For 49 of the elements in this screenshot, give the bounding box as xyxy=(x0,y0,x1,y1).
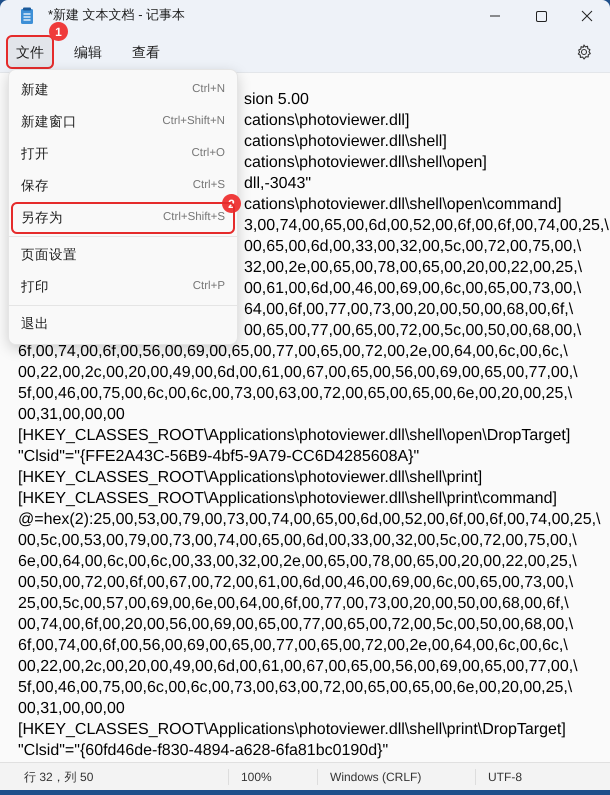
settings-icon[interactable] xyxy=(576,44,592,60)
cursor-position: 行 32，列 50 xyxy=(23,768,94,786)
encoding: UTF-8 xyxy=(487,768,522,786)
text-line: 00,61,00,6d,00,46,00,69,00,6c,00,65,00,73,00,\ xyxy=(244,279,582,299)
menu-tab[interactable]: 文件 xyxy=(8,37,52,67)
text-line: @=hex(2):25,00,53,00,79,00,73,00,74,00,65,00,6d,00,52,00,6f,00,6f,00,74,00,25,\ xyxy=(18,510,600,530)
text-line: [HKEY_CLASSES_ROOT\Applications\photoviewer.dll\shell\print\DropTarget] xyxy=(18,720,566,740)
text-line: [HKEY_CLASSES_ROOT\Applications\photoviewer.dll\shell\print] xyxy=(18,468,482,488)
text-line: 00,50,00,72,00,6f,00,67,00,72,00,61,00,6d,00,46,00,69,00,6c,00,65,00,73,00,\ xyxy=(18,573,574,593)
menu-item[interactable]: 退出 xyxy=(13,310,233,338)
menu-tab[interactable]: 编辑 xyxy=(66,37,110,67)
text-line: dll,-3043" xyxy=(244,174,312,194)
text-line: cations\photoviewer.dll\shell\open\command] xyxy=(244,195,562,215)
text-line: "Clsid"="{FFE2A43C-56B9-4bf5-9A79-CC6D4285608A}" xyxy=(18,447,420,467)
menu-item[interactable]: 页面设置 xyxy=(13,241,233,269)
zoom-level: 100% xyxy=(240,768,273,786)
text-line: 5f,00,46,00,75,00,6c,00,6c,00,73,00,63,00,72,00,65,00,65,00,6e,00,20,00,25,\ xyxy=(18,384,572,404)
text-line: [HKEY_CLASSES_ROOT\Applications\photoviewer.dll\shell\open\DropTarget] xyxy=(18,426,570,446)
text-line: cations\photoviewer.dll] xyxy=(244,111,410,131)
text-line: 00,74,00,6f,00,20,00,56,00,69,00,65,00,77,00,65,00,72,00,5c,00,50,00,68,00,\ xyxy=(18,615,574,635)
line-ending: Windows (CRLF) xyxy=(329,768,422,786)
text-line: 5f,00,46,00,75,00,6c,00,6c,00,73,00,63,00,72,00,65,00,65,00,6e,00,20,00,25,\ xyxy=(18,678,572,698)
window-title: *新建 文本文档 - 记事本 xyxy=(48,7,186,22)
step-badge: 1 xyxy=(49,22,68,41)
text-line: cations\photoviewer.dll\shell] xyxy=(244,132,447,152)
text-line: 00,31,00,00,00 xyxy=(18,699,125,719)
text-line: 00,5c,00,53,00,79,00,73,00,74,00,65,00,6d,00,33,00,32,00,5c,00,72,00,75,00,\ xyxy=(18,531,577,551)
text-line: [HKEY_CLASSES_ROOT\Applications\photoviewer.dll\shell\print\command] xyxy=(18,489,557,509)
text-line: cations\photoviewer.dll\shell\open] xyxy=(244,153,487,173)
menu-item[interactable]: 新建窗口 Ctrl+Shift+N xyxy=(13,108,233,136)
text-line: sion 5.00 xyxy=(244,90,309,110)
text-line: 32,00,2e,00,65,00,78,00,65,00,20,00,22,00,25,\ xyxy=(244,258,582,278)
text-line: 6e,00,64,00,6c,00,6c,00,33,00,32,00,2e,00,65,00,78,00,65,00,20,00,22,00,25,\ xyxy=(18,552,577,572)
text-line: 64,00,6f,00,77,00,73,00,20,00,50,00,68,00,6f,\ xyxy=(244,300,574,320)
text-line: 00,65,00,77,00,65,00,72,00,5c,00,50,00,68,00,\ xyxy=(244,321,582,341)
text-line: 00,22,00,2c,00,20,00,49,00,6d,00,61,00,67,00,65,00,56,00,69,00,65,00,77,00,\ xyxy=(18,657,578,677)
text-line: 3,00,74,00,65,00,6d,00,52,00,6f,00,6f,00,74,00,25,\ xyxy=(244,216,609,236)
text-line: 00,31,00,00,00 xyxy=(18,405,125,425)
text-line: "Clsid"="{60fd46de-f830-4894-a628-6fa81bc0190d}" xyxy=(18,741,388,761)
menu-tab[interactable]: 查看 xyxy=(124,37,168,67)
menu-item[interactable]: 打印 Ctrl+P xyxy=(13,273,233,301)
menu-item[interactable]: 打开 Ctrl+O xyxy=(13,140,233,168)
text-line: 6f,00,74,00,6f,00,56,00,69,00,65,00,77,00,65,00,72,00,2e,00,64,00,6c,00,6c,\ xyxy=(18,636,568,656)
text-line: 00,65,00,6d,00,33,00,32,00,5c,00,72,00,75,00,\ xyxy=(244,237,582,257)
text-line: 25,00,5c,00,57,00,69,00,6e,00,64,00,6f,00,77,00,73,00,20,00,50,00,68,00,6f,\ xyxy=(18,594,569,614)
text-line: 6f,00,74,00,6f,00,56,00,69,00,65,00,77,00,65,00,72,00,2e,00,64,00,6c,00,6c,\ xyxy=(18,342,568,362)
notepad-icon xyxy=(20,7,34,25)
text-line: 00,22,00,2c,00,20,00,49,00,6d,00,61,00,67,00,65,00,56,00,69,00,65,00,77,00,\ xyxy=(18,363,578,383)
menu-item[interactable]: 新建 Ctrl+N xyxy=(13,76,233,104)
